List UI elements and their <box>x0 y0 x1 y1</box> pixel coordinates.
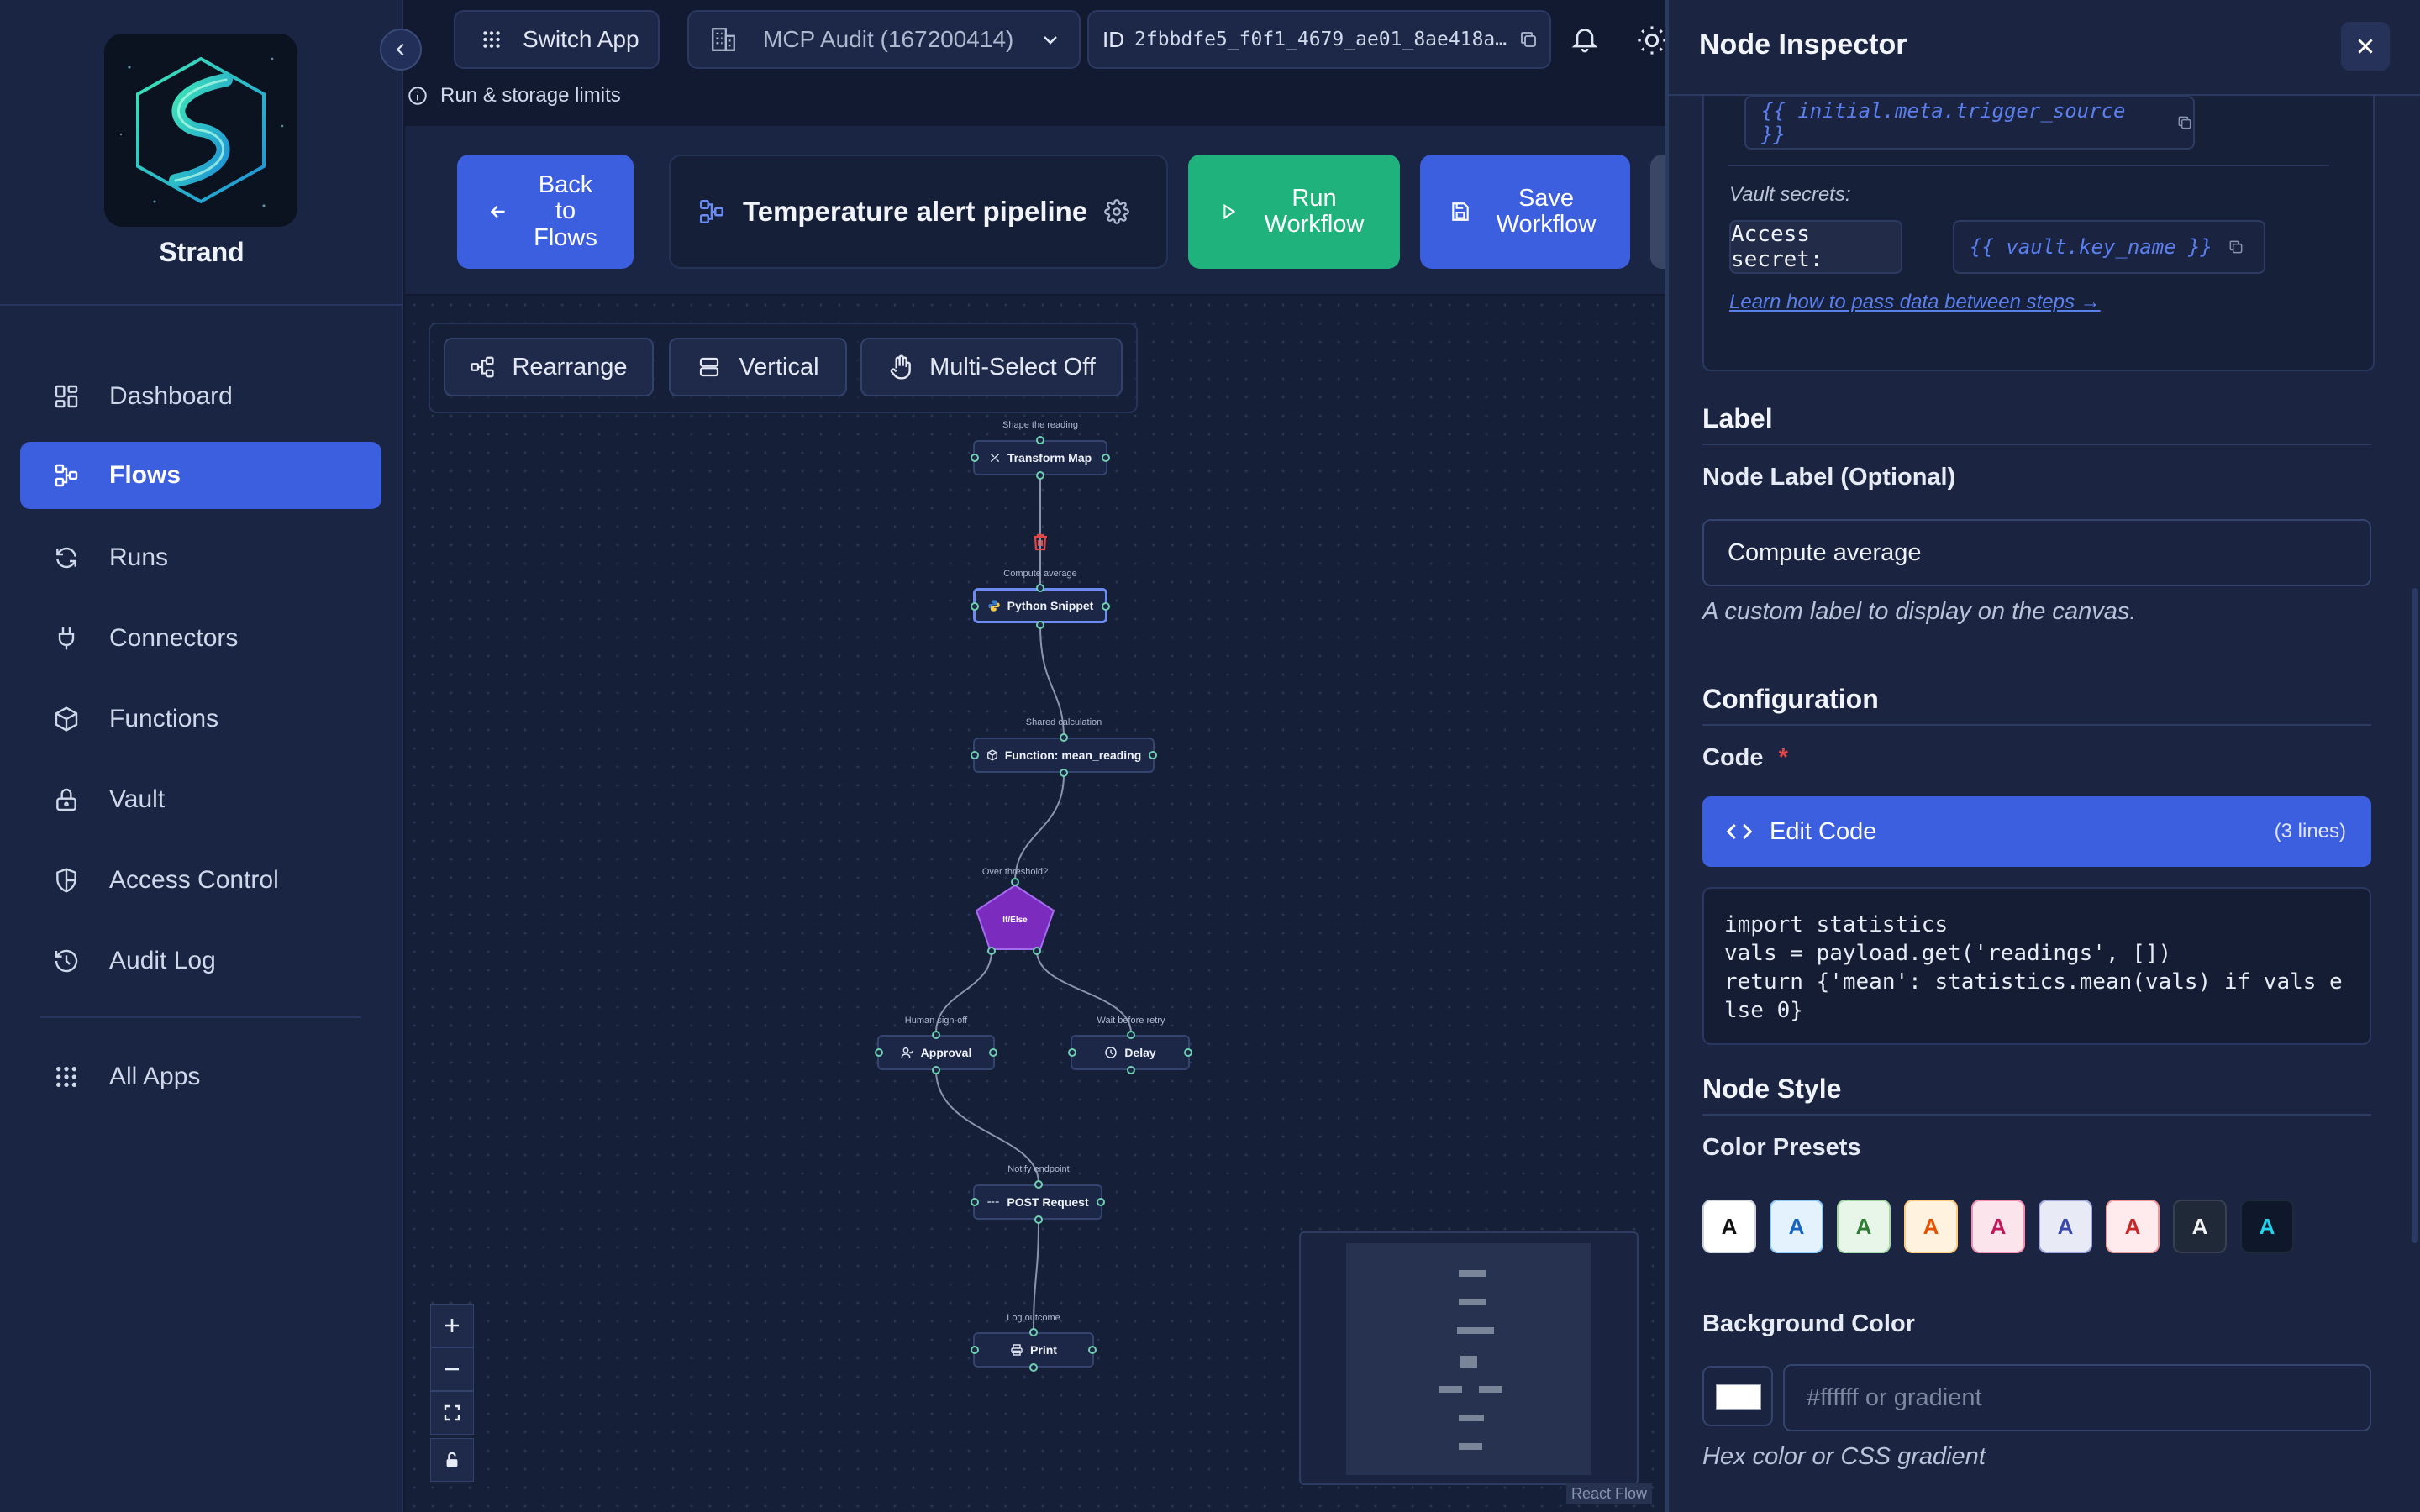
code-label-text: Code <box>1702 744 1764 771</box>
vault-secrets-label: Vault secrets: <box>1729 183 1851 206</box>
fullscreen-icon <box>442 1403 462 1423</box>
copy-icon[interactable] <box>2176 114 2193 131</box>
minimap-node <box>1459 1270 1486 1277</box>
minus-icon <box>442 1359 462 1379</box>
background-color-label: Background Color <box>1702 1310 1915 1337</box>
plus-icon <box>442 1315 462 1336</box>
minimap-node <box>1459 1415 1484 1421</box>
label-section-title: Label <box>1702 403 1773 433</box>
trigger-source-chip[interactable]: {{ initial.meta.trigger_source }} <box>1744 96 2195 150</box>
code-icon <box>1726 818 1753 845</box>
color-preset-swatch[interactable]: A <box>1971 1200 2025 1253</box>
minimap-node <box>1460 1356 1477 1368</box>
required-mark: * <box>1778 744 1788 771</box>
node-label-title: Node Label (Optional) <box>1702 464 1956 491</box>
inspector-title: Node Inspector <box>1699 29 1907 60</box>
node-inspector-panel: {{ initial.meta.trigger_source }} Vault … <box>1665 0 2420 1512</box>
color-preset-swatch[interactable]: A <box>2240 1200 2294 1253</box>
inspector-scrollbar[interactable] <box>2412 588 2418 1243</box>
code-line-count: (3 lines) <box>2274 820 2346 843</box>
color-preset-swatch[interactable]: A <box>2173 1200 2227 1253</box>
code-label: Code * <box>1702 744 1788 772</box>
minimap[interactable] <box>1299 1231 1639 1485</box>
background-color-picker[interactable] <box>1702 1366 1773 1426</box>
section-divider <box>1702 444 2371 445</box>
zoom-out-button[interactable] <box>430 1347 474 1391</box>
edit-code-label: Edit Code <box>1770 817 1877 845</box>
copy-icon[interactable] <box>2228 239 2244 255</box>
background-color-input[interactable] <box>1783 1364 2371 1431</box>
chip-text: {{ vault.key_name }} <box>1970 235 2212 259</box>
color-preset-swatch[interactable]: A <box>1770 1200 1823 1253</box>
close-inspector-button[interactable] <box>2341 22 2390 71</box>
minimap-node <box>1459 1443 1482 1450</box>
lock-canvas-button[interactable] <box>430 1438 474 1482</box>
access-secret-label: Access secret: <box>1729 220 1902 274</box>
vault-key-chip[interactable]: {{ vault.key_name }} <box>1953 220 2265 274</box>
minimap-node <box>1457 1327 1494 1334</box>
color-preset-swatch[interactable]: A <box>1904 1200 1958 1253</box>
edit-code-button[interactable]: Edit Code (3 lines) <box>1702 796 2371 867</box>
node-style-section-title: Node Style <box>1702 1074 1842 1104</box>
node-label-help: A custom label to display on the canvas. <box>1702 598 2137 625</box>
code-preview: import statistics vals = payload.get('re… <box>1702 887 2371 1045</box>
card-divider <box>1728 165 2329 166</box>
color-swatch-preview <box>1716 1384 1761 1410</box>
color-preset-swatch[interactable]: A <box>2039 1200 2092 1253</box>
section-divider <box>1702 724 2371 726</box>
configuration-section-title: Configuration <box>1702 684 1879 714</box>
background-color-help: Hex color or CSS gradient <box>1702 1443 1986 1470</box>
close-icon <box>2354 35 2376 57</box>
color-preset-swatch[interactable]: A <box>1837 1200 1891 1253</box>
color-preset-swatch[interactable]: A <box>2106 1200 2160 1253</box>
section-divider <box>1702 1114 2371 1116</box>
lock-icon <box>443 1451 461 1469</box>
inspector-header-divider <box>1669 94 2420 96</box>
color-preset-swatch[interactable]: A <box>1702 1200 1756 1253</box>
minimap-node <box>1439 1386 1462 1393</box>
color-presets-label: Color Presets <box>1702 1134 1861 1161</box>
node-label-input[interactable]: Compute average <box>1702 519 2371 586</box>
learn-data-passing-link[interactable]: Learn how to pass data between steps → <box>1729 291 2101 314</box>
fit-view-button[interactable] <box>430 1391 474 1435</box>
chip-text: {{ initial.meta.trigger_source }} <box>1761 99 2126 146</box>
minimap-node <box>1479 1386 1502 1393</box>
react-flow-attribution[interactable]: React Flow <box>1566 1483 1653 1504</box>
minimap-node <box>1459 1299 1486 1305</box>
zoom-in-button[interactable] <box>430 1304 474 1347</box>
